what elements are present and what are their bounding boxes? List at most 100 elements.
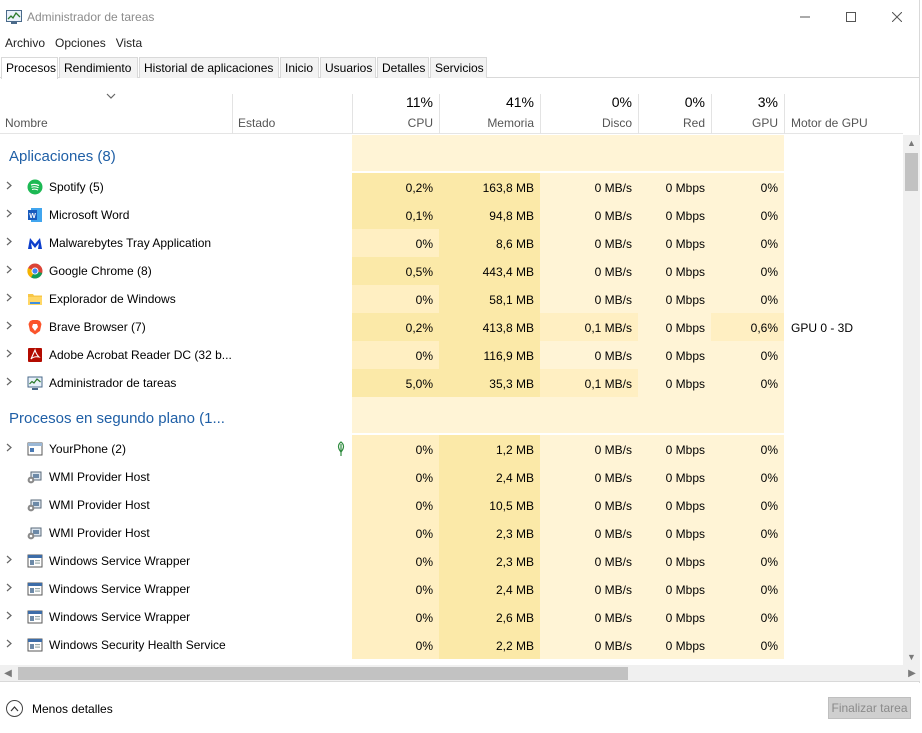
header-divider[interactable] xyxy=(439,94,440,134)
service-icon xyxy=(27,637,43,653)
tab-servicios[interactable]: Servicios xyxy=(430,57,487,78)
cell-cpu: 0% xyxy=(415,293,433,307)
cell-gpu: 0% xyxy=(760,555,778,569)
header-cpu-label: CPU xyxy=(407,116,433,130)
scroll-up-icon[interactable]: ▲ xyxy=(903,135,920,151)
expand-chevron-icon[interactable] xyxy=(6,377,12,389)
expand-chevron-icon[interactable] xyxy=(6,321,12,333)
process-name: YourPhone (2) xyxy=(49,442,126,456)
header-divider[interactable] xyxy=(711,94,712,134)
expand-chevron-icon[interactable] xyxy=(6,237,12,249)
cell-net: 0 Mbps xyxy=(665,209,705,223)
process-row[interactable]: 0,2% 413,8 MB 0,1 MB/s 0 Mbps 0,6% Brave Brow… xyxy=(0,313,903,341)
horizontal-scrollbar[interactable]: ◀ ▶ xyxy=(0,665,920,682)
cell-gpu: 0% xyxy=(760,293,778,307)
less-details-link[interactable]: Menos detalles xyxy=(32,702,113,716)
cell-cpu: 0,2% xyxy=(405,321,433,335)
tab-detalles[interactable]: Detalles xyxy=(377,57,429,78)
process-row[interactable]: 0% 8,6 MB 0 MB/s 0 Mbps 0% Malwarebytes Tray … xyxy=(0,229,903,257)
cell-mem: 2,4 MB xyxy=(495,471,534,485)
expand-chevron-icon[interactable] xyxy=(6,611,12,623)
scroll-left-icon[interactable]: ◀ xyxy=(0,665,16,682)
heat-cell xyxy=(439,397,540,433)
end-task-button[interactable]: Finalizar tarea xyxy=(828,697,911,719)
process-row[interactable]: 0% 2,3 MB 0 MB/s 0 Mbps 0% Windows Service Wr… xyxy=(0,547,903,575)
process-row[interactable]: 0% 10,5 MB 0 MB/s 0 Mbps 0% WMI Provider Host xyxy=(0,491,903,519)
cell-mem: 10,5 MB xyxy=(489,499,534,513)
collapse-up-icon[interactable] xyxy=(6,700,23,717)
process-row[interactable]: 0,2% 163,8 MB 0 MB/s 0 Mbps 0% Spotify (5) xyxy=(0,173,903,201)
process-row[interactable]: 0% 58,1 MB 0 MB/s 0 Mbps 0% Explorador de Win… xyxy=(0,285,903,313)
process-row[interactable]: 0,5% 443,4 MB 0 MB/s 0 Mbps 0% Google Chrome … xyxy=(0,257,903,285)
process-row[interactable]: 0% 2,4 MB 0 MB/s 0 Mbps 0% WMI Provider Host xyxy=(0,463,903,491)
expand-chevron-icon[interactable] xyxy=(6,293,12,305)
cell-gpu: 0,6% xyxy=(750,321,778,335)
menu-opciones[interactable]: Opciones xyxy=(50,34,111,52)
scroll-right-icon[interactable]: ▶ xyxy=(904,665,920,682)
menu-vista[interactable]: Vista xyxy=(111,34,147,52)
header-disk-label: Disco xyxy=(601,116,632,130)
expand-chevron-icon[interactable] xyxy=(6,265,12,277)
expand-chevron-icon[interactable] xyxy=(6,555,12,567)
header-divider[interactable] xyxy=(352,94,353,134)
process-row[interactable]: 0% 2,6 MB 0 MB/s 0 Mbps 0% Windows Service Wr… xyxy=(0,603,903,631)
minimize-icon xyxy=(800,16,810,18)
vertical-scroll-thumb[interactable] xyxy=(905,153,918,191)
minimize-button[interactable] xyxy=(782,0,828,34)
vertical-scrollbar[interactable]: ▲ ▼ xyxy=(903,135,920,665)
expand-chevron-icon[interactable] xyxy=(6,181,12,193)
cell-cpu: 0% xyxy=(415,639,433,653)
header-divider[interactable] xyxy=(540,94,541,134)
expand-chevron-icon[interactable] xyxy=(6,209,12,221)
tab-procesos[interactable]: Procesos xyxy=(1,57,58,79)
header-divider[interactable] xyxy=(232,94,233,134)
cell-gpu: 0% xyxy=(760,583,778,597)
cell-mem: 163,8 MB xyxy=(482,181,534,195)
spotify-icon xyxy=(27,179,43,195)
cell-cpu: 0% xyxy=(415,471,433,485)
cell-mem: 8,6 MB xyxy=(495,237,534,251)
cell-mem: 443,4 MB xyxy=(482,265,534,279)
process-name: Windows Security Health Service xyxy=(49,638,226,652)
header-disk-pct: 0% xyxy=(611,94,632,110)
header-gpu-pct: 3% xyxy=(757,94,778,110)
folder-icon xyxy=(27,291,43,307)
group-apps[interactable]: Aplicaciones (8) xyxy=(0,135,903,171)
process-row[interactable]: 0% 116,9 MB 0 MB/s 0 Mbps 0% Adobe Acrobat Re… xyxy=(0,341,903,369)
expand-chevron-icon[interactable] xyxy=(6,639,12,651)
process-row[interactable]: 0% 2,3 MB 0 MB/s 0 Mbps 0% WMI Provider Host xyxy=(0,519,903,547)
maximize-button[interactable] xyxy=(828,0,874,34)
cell-net: 0 Mbps xyxy=(665,349,705,363)
tab-usuarios[interactable]: Usuarios xyxy=(320,57,376,78)
header-name[interactable]: Nombre xyxy=(5,116,48,130)
expand-chevron-icon[interactable] xyxy=(6,349,12,361)
process-row[interactable]: 0% 1,2 MB 0 MB/s 0 Mbps 0% YourPhone (2) xyxy=(0,435,903,463)
cell-net: 0 Mbps xyxy=(665,471,705,485)
taskmgr-icon xyxy=(27,375,43,391)
header-status[interactable]: Estado xyxy=(238,116,275,130)
header-divider[interactable] xyxy=(784,94,785,134)
process-row[interactable]: 0% 2,2 MB 0 MB/s 0 Mbps 0% Windows Security H… xyxy=(0,631,903,659)
header-network-label: Red xyxy=(682,116,705,130)
tab-rendimiento[interactable]: Rendimiento xyxy=(59,57,138,78)
sort-chevron-icon[interactable] xyxy=(106,92,116,100)
process-row[interactable]: 0% 2,4 MB 0 MB/s 0 Mbps 0% Windows Service Wr… xyxy=(0,575,903,603)
close-button[interactable] xyxy=(874,0,920,34)
header-gpu-engine[interactable]: Motor de GPU xyxy=(791,116,868,130)
group-label: Procesos en segundo plano (1... xyxy=(9,410,225,427)
expand-chevron-icon[interactable] xyxy=(6,583,12,595)
header-divider[interactable] xyxy=(638,94,639,134)
scroll-down-icon[interactable]: ▼ xyxy=(903,649,920,665)
heat-cell xyxy=(540,135,638,171)
leaf-icon xyxy=(335,441,349,457)
tab-historial[interactable]: Historial de aplicaciones xyxy=(139,57,279,78)
group-background[interactable]: Procesos en segundo plano (1... xyxy=(0,397,903,433)
process-row[interactable]: 5,0% 35,3 MB 0,1 MB/s 0 Mbps 0% Administrador… xyxy=(0,369,903,397)
expand-chevron-icon[interactable] xyxy=(6,443,12,455)
tab-inicio[interactable]: Inicio xyxy=(280,57,319,78)
process-name: WMI Provider Host xyxy=(49,470,150,484)
menu-archivo[interactable]: Archivo xyxy=(0,34,50,52)
horizontal-scroll-thumb[interactable] xyxy=(18,667,628,680)
header-gpu-label: GPU xyxy=(751,116,778,130)
process-row[interactable]: 0,1% 94,8 MB 0 MB/s 0 Mbps 0% W Microsoft Word xyxy=(0,201,903,229)
